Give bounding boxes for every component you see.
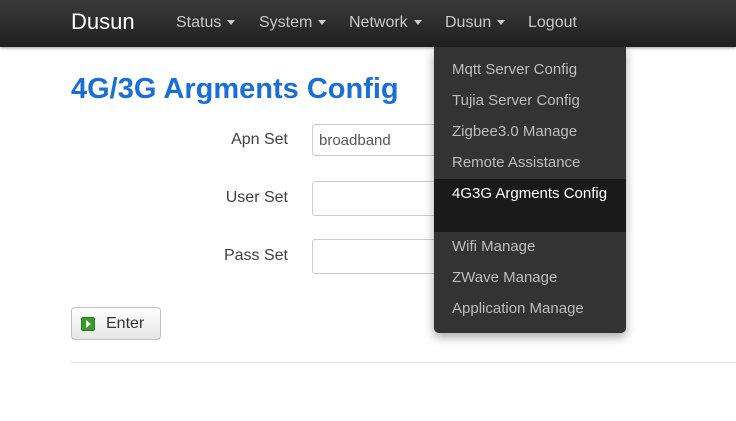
chevron-down-icon bbox=[497, 20, 506, 26]
menu-item-4g3g-argments-config[interactable]: 4G3G Argments Config bbox=[434, 179, 626, 232]
menu-item-wifi-manage[interactable]: Wifi Manage bbox=[434, 237, 626, 257]
menu-item-zigbee-manage[interactable]: Zigbee3.0 Manage bbox=[434, 122, 626, 142]
chevron-down-icon bbox=[318, 20, 327, 26]
chevron-down-icon bbox=[227, 20, 236, 26]
nav-status-label: Status bbox=[176, 14, 222, 31]
menu-item-remote-assistance[interactable]: Remote Assistance bbox=[434, 153, 626, 173]
nav-network-menu[interactable]: Network bbox=[349, 14, 422, 32]
nav-logout-link[interactable]: Logout bbox=[528, 14, 577, 32]
divider bbox=[71, 362, 736, 363]
nav-system-menu[interactable]: System bbox=[259, 14, 327, 32]
menu-item-4g3g-label: 4G3G Argments Config bbox=[452, 185, 608, 202]
nav-dusun-label: Dusun bbox=[445, 14, 492, 31]
nav-status-menu[interactable]: Status bbox=[176, 14, 236, 32]
navbar: Dusun Status System Network Dusun Logout bbox=[0, 0, 736, 47]
nav-network-label: Network bbox=[349, 14, 408, 31]
menu-item-zwave-manage[interactable]: ZWave Manage bbox=[434, 268, 626, 288]
apn-label: Apn Set bbox=[231, 131, 288, 148]
dusun-dropdown-menu: Mqtt Server Config Tujia Server Config Z… bbox=[434, 47, 626, 333]
enter-button-label: Enter bbox=[106, 315, 145, 332]
brand-logo[interactable]: Dusun bbox=[71, 9, 135, 35]
menu-item-application-manage[interactable]: Application Manage bbox=[434, 299, 626, 319]
play-icon bbox=[81, 317, 95, 331]
nav-dusun-menu[interactable]: Dusun bbox=[445, 14, 506, 32]
pass-label: Pass Set bbox=[223, 247, 288, 264]
page-title: 4G/3G Argments Config bbox=[71, 73, 399, 105]
user-label: User Set bbox=[225, 189, 288, 206]
nav-system-label: System bbox=[259, 14, 313, 31]
enter-button[interactable]: Enter bbox=[71, 307, 161, 340]
menu-item-mqtt-server-config[interactable]: Mqtt Server Config bbox=[434, 60, 626, 80]
chevron-down-icon bbox=[413, 20, 422, 26]
menu-item-tujia-server-config[interactable]: Tujia Server Config bbox=[434, 91, 626, 111]
